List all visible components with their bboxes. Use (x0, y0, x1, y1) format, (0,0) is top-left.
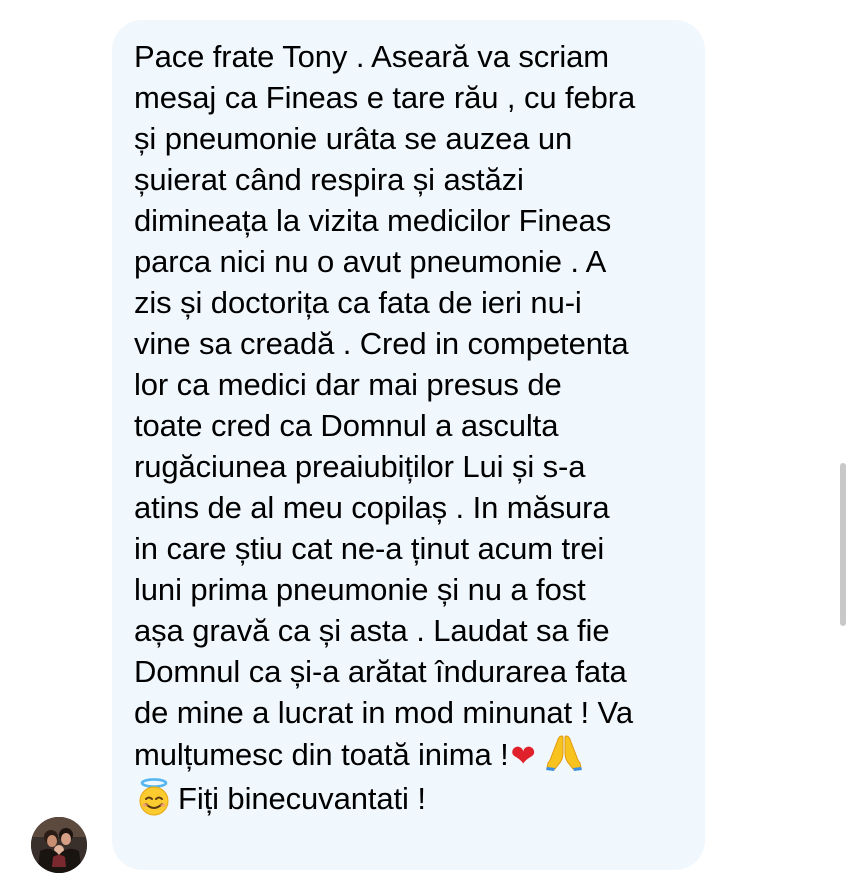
message-line: vine sa creadă . Cred in competenta (134, 326, 629, 361)
message-line: rugăciunea preaiubiților Lui și s-a (134, 449, 586, 484)
red-heart-icon: ❤ (510, 740, 536, 773)
message-line: și pneumonie urâta se auzea un (134, 121, 573, 156)
message-line: luni prima pneumonie și nu a fost (134, 572, 586, 607)
message-line: in care știu cat ne-a ținut acum trei (134, 531, 605, 566)
avatar-photo (31, 817, 87, 873)
message-line-with-emoji: mulțumesc din toată inima !❤ (134, 733, 700, 777)
message-line: zis și doctorița ca fata de ieri nu-i (134, 285, 582, 320)
smiling-face-with-halo-icon (139, 778, 169, 816)
message-line: atins de al meu copilaș . In măsura (134, 490, 610, 525)
message-line: Pace frate Tony . Aseară va scriam (134, 39, 610, 74)
message-line: mesaj ca Fineas e tare rău , cu febra (134, 80, 636, 115)
message-line: șuierat când respira și astăzi (134, 162, 524, 197)
scrollbar[interactable] (840, 463, 846, 626)
message-line: Domnul ca și-a arătat îndurarea fata (134, 654, 627, 689)
message-line-text: Fiți binecuvantati ! (178, 781, 426, 816)
message-line: de mine a lucrat in mod minunat ! Va (134, 695, 633, 730)
message-line-with-emoji: Fiți binecuvantati ! (134, 777, 700, 819)
user-avatar[interactable] (31, 817, 87, 873)
message-line: așa gravă ca și asta . Laudat sa fie (134, 613, 610, 648)
message-line: dimineața la vizita medicilor Fineas (134, 203, 612, 238)
message-text: Pace frate Tony . Aseară va scriam mesaj… (134, 36, 700, 819)
message-line: toate cred ca Domnul a asculta (134, 408, 559, 443)
folded-hands-icon (545, 735, 582, 771)
message-line: lor ca medici dar mai presus de (134, 367, 562, 402)
message-line: parca nici nu o avut pneumonie . A (134, 244, 607, 279)
message-line-text: mulțumesc din toată inima ! (134, 737, 509, 772)
